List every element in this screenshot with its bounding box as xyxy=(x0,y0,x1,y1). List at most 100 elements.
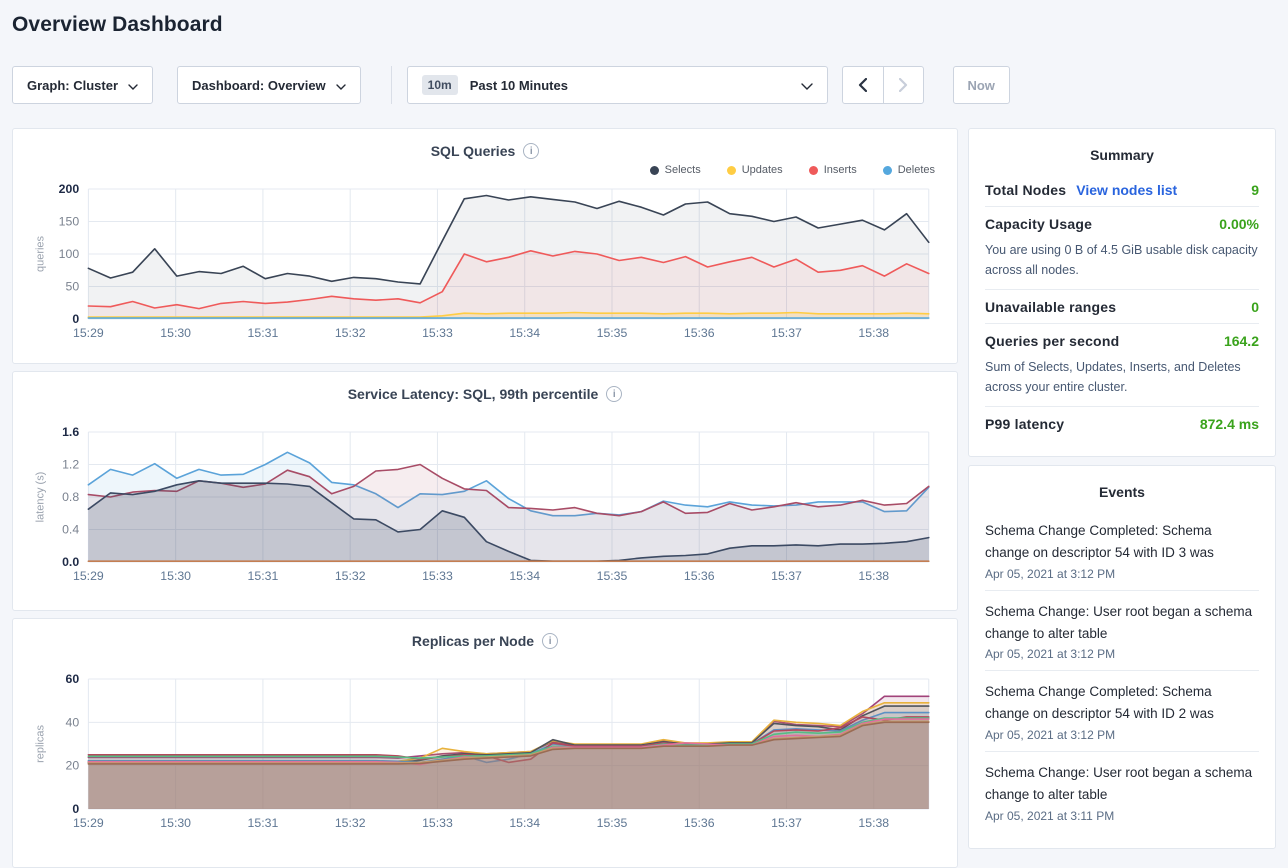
svg-text:1.2: 1.2 xyxy=(62,458,79,472)
time-range-badge: 10m xyxy=(422,75,458,95)
events-panel: Events Schema Change Completed: Schema c… xyxy=(968,465,1276,849)
sql-queries-chart[interactable]: 05010015020015:2915:3015:3115:3215:3315:… xyxy=(31,181,939,345)
svg-text:15:37: 15:37 xyxy=(771,569,802,583)
sidebar: Summary Total Nodes View nodes list 9 Ca… xyxy=(968,128,1276,857)
selects-dot-icon xyxy=(650,166,659,175)
legend-item-updates: Updates xyxy=(727,164,783,176)
svg-text:15:29: 15:29 xyxy=(73,569,104,583)
summary-title: Summary xyxy=(985,143,1259,173)
toolbar: Graph: Cluster Dashboard: Overview 10m P… xyxy=(12,66,1276,104)
legend-item-inserts: Inserts xyxy=(809,164,857,176)
svg-text:150: 150 xyxy=(59,215,80,229)
chart-title: Replicas per Node xyxy=(412,633,534,649)
total-nodes-label: Total Nodes xyxy=(985,182,1066,198)
event-item: Schema Change Completed: Schema change o… xyxy=(985,510,1259,590)
svg-text:40: 40 xyxy=(66,715,80,729)
event-item: Schema Change: User root began a schema … xyxy=(985,591,1259,671)
graph-dropdown[interactable]: Graph: Cluster xyxy=(12,66,153,104)
capacity-usage-row: Capacity Usage 0.00% xyxy=(985,207,1259,240)
capacity-usage-desc: You are using 0 B of 4.5 GiB usable disk… xyxy=(985,240,1259,289)
svg-text:replicas: replicas xyxy=(34,725,46,763)
chart-legend: Selects Updates Inserts Deletes xyxy=(31,159,939,181)
overview-dashboard-page: Overview Dashboard Graph: Cluster Dashbo… xyxy=(0,0,1288,868)
svg-text:15:34: 15:34 xyxy=(509,326,540,340)
chevron-down-icon xyxy=(801,78,813,93)
replicas-per-node-panel: Replicas per Node i 020406015:2915:3015:… xyxy=(12,618,958,868)
p99-latency-value: 872.4 ms xyxy=(1200,416,1259,432)
svg-text:15:37: 15:37 xyxy=(771,326,802,340)
legend-item-deletes: Deletes xyxy=(883,164,935,176)
queries-per-second-desc: Sum of Selects, Updates, Inserts, and De… xyxy=(985,357,1259,406)
svg-text:15:30: 15:30 xyxy=(160,569,191,583)
dashboard-dropdown[interactable]: Dashboard: Overview xyxy=(177,66,361,104)
svg-text:15:38: 15:38 xyxy=(858,816,889,830)
view-nodes-list-link[interactable]: View nodes list xyxy=(1076,182,1177,198)
chevron-down-icon xyxy=(128,78,138,93)
summary-panel: Summary Total Nodes View nodes list 9 Ca… xyxy=(968,128,1276,457)
service-latency-chart[interactable]: 0.00.40.81.21.615:2915:3015:3115:3215:33… xyxy=(31,424,939,588)
svg-text:15:33: 15:33 xyxy=(422,569,453,583)
info-icon[interactable]: i xyxy=(523,143,539,159)
total-nodes-row: Total Nodes View nodes list 9 xyxy=(985,173,1259,206)
svg-text:15:35: 15:35 xyxy=(597,569,628,583)
queries-per-second-value: 164.2 xyxy=(1224,333,1259,349)
main-content: SQL Queries i Selects Updates Inserts xyxy=(12,128,1276,868)
updates-dot-icon xyxy=(727,166,736,175)
svg-text:1.6: 1.6 xyxy=(62,425,79,439)
deletes-dot-icon xyxy=(883,166,892,175)
graph-dropdown-label: Graph: Cluster xyxy=(27,78,118,93)
unavailable-ranges-row: Unavailable ranges 0 xyxy=(985,290,1259,323)
legend-item-selects: Selects xyxy=(650,164,701,176)
inserts-dot-icon xyxy=(809,166,818,175)
info-icon[interactable]: i xyxy=(542,633,558,649)
next-range-button[interactable] xyxy=(883,67,923,103)
sql-queries-panel: SQL Queries i Selects Updates Inserts xyxy=(12,128,958,364)
svg-text:0: 0 xyxy=(72,802,79,816)
svg-text:0.8: 0.8 xyxy=(62,490,79,504)
svg-text:20: 20 xyxy=(66,759,80,773)
svg-text:60: 60 xyxy=(66,672,80,686)
service-latency-panel: Service Latency: SQL, 99th percentile i … xyxy=(12,371,958,611)
chart-title: SQL Queries xyxy=(431,143,516,159)
capacity-usage-label: Capacity Usage xyxy=(985,216,1092,232)
svg-text:15:32: 15:32 xyxy=(335,816,366,830)
time-range-label: Past 10 Minutes xyxy=(470,78,568,93)
svg-text:15:31: 15:31 xyxy=(248,816,279,830)
svg-text:15:31: 15:31 xyxy=(248,569,279,583)
svg-text:15:30: 15:30 xyxy=(160,816,191,830)
svg-text:15:34: 15:34 xyxy=(509,569,540,583)
queries-per-second-row: Queries per second 164.2 xyxy=(985,324,1259,357)
chart-title: Service Latency: SQL, 99th percentile xyxy=(348,386,599,402)
svg-text:15:29: 15:29 xyxy=(73,326,104,340)
svg-text:latency (s): latency (s) xyxy=(34,471,46,522)
time-range-picker[interactable]: 10m Past 10 Minutes xyxy=(407,66,828,104)
now-button[interactable]: Now xyxy=(953,66,1010,104)
svg-text:50: 50 xyxy=(66,280,80,294)
unavailable-ranges-value: 0 xyxy=(1251,299,1259,315)
svg-text:queries: queries xyxy=(34,236,46,272)
p99-latency-label: P99 latency xyxy=(985,416,1064,432)
svg-text:200: 200 xyxy=(59,182,80,196)
dashboard-dropdown-label: Dashboard: Overview xyxy=(192,78,326,93)
total-nodes-value: 9 xyxy=(1251,182,1259,198)
capacity-usage-value: 0.00% xyxy=(1219,216,1259,232)
svg-text:15:34: 15:34 xyxy=(509,816,540,830)
svg-text:15:36: 15:36 xyxy=(684,816,715,830)
time-step-buttons xyxy=(842,66,924,104)
info-icon[interactable]: i xyxy=(606,386,622,402)
svg-text:15:31: 15:31 xyxy=(248,326,279,340)
events-title: Events xyxy=(985,480,1259,510)
charts-column: SQL Queries i Selects Updates Inserts xyxy=(12,128,958,868)
replicas-per-node-chart[interactable]: 020406015:2915:3015:3115:3215:3315:3415:… xyxy=(31,671,939,835)
p99-latency-row: P99 latency 872.4 ms xyxy=(985,407,1259,440)
event-item: Schema Change: User root began a schema … xyxy=(985,752,1259,832)
toolbar-divider xyxy=(391,66,392,104)
unavailable-ranges-label: Unavailable ranges xyxy=(985,299,1116,315)
svg-text:0.4: 0.4 xyxy=(62,523,79,537)
svg-text:15:33: 15:33 xyxy=(422,326,453,340)
prev-range-button[interactable] xyxy=(843,67,883,103)
svg-text:15:32: 15:32 xyxy=(335,326,366,340)
svg-text:15:33: 15:33 xyxy=(422,816,453,830)
svg-text:15:38: 15:38 xyxy=(858,326,889,340)
svg-text:15:36: 15:36 xyxy=(684,569,715,583)
